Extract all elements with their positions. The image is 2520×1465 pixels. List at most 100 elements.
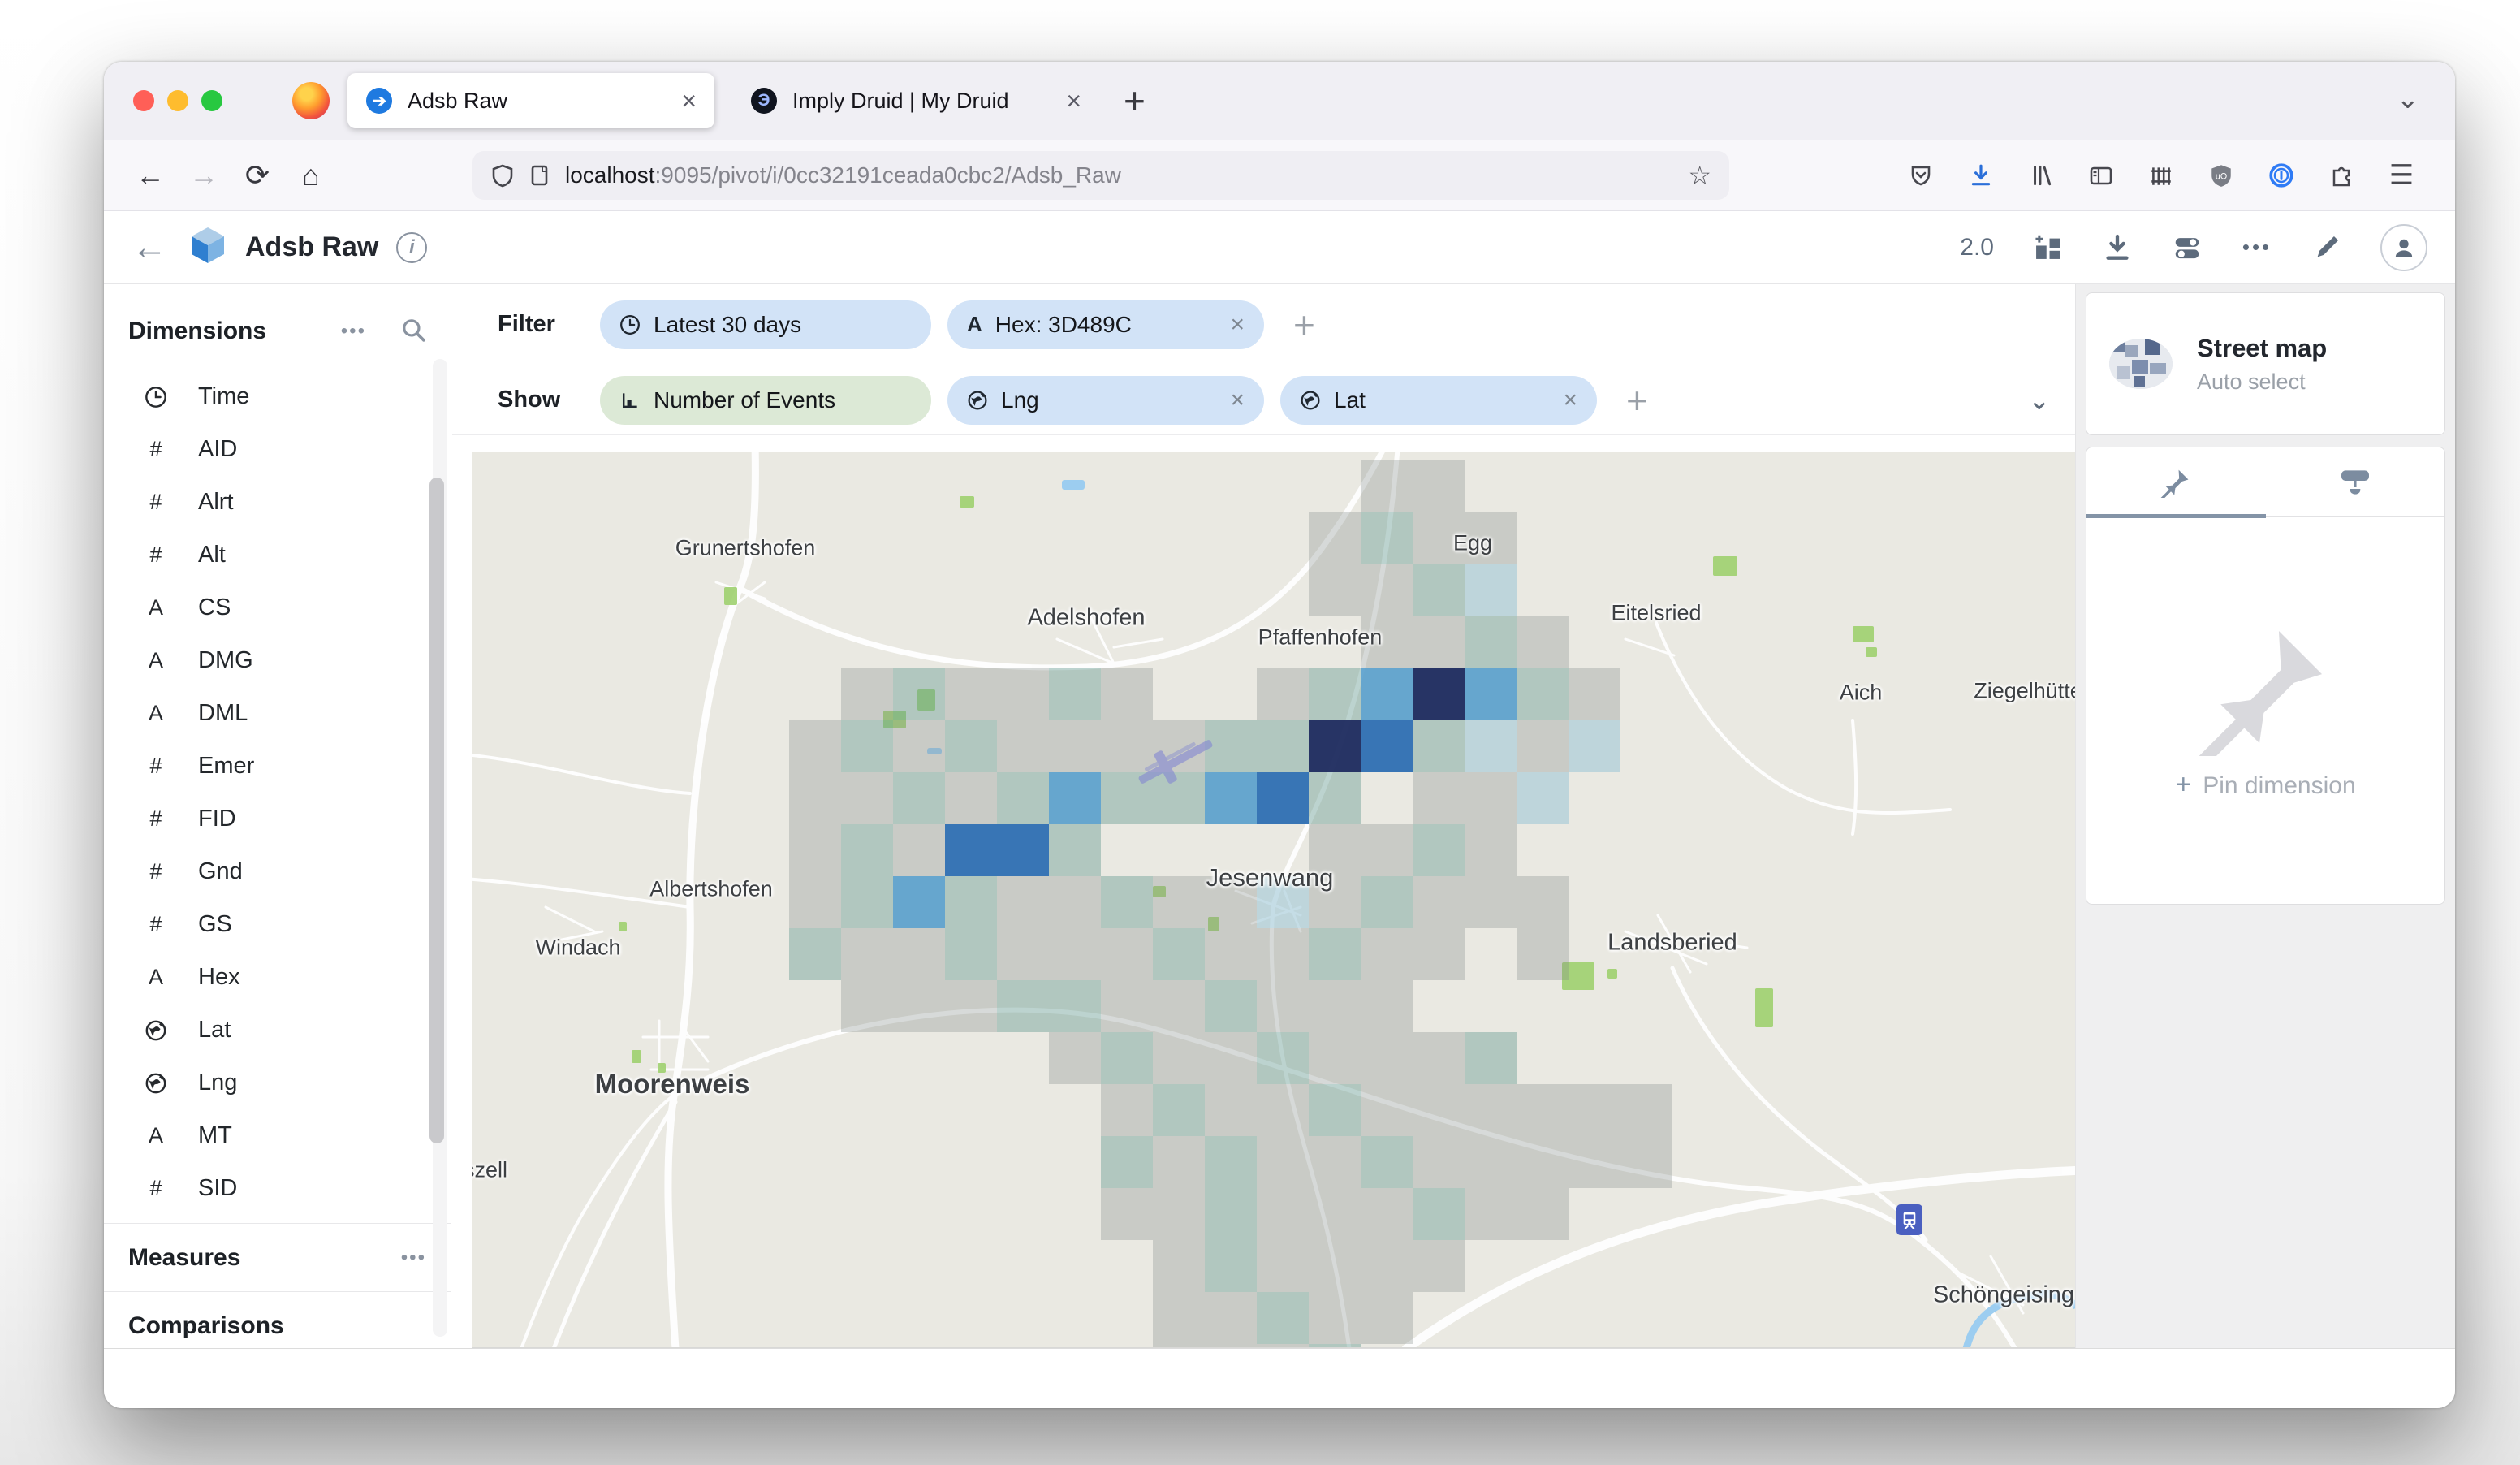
- vis-selector-card[interactable]: Street map Auto select: [2086, 292, 2445, 435]
- browser-tab[interactable]: ➔Adsb Raw×: [347, 73, 714, 128]
- map-label: Eitelsried: [1611, 601, 1701, 626]
- minimize-window-button[interactable]: [167, 90, 188, 111]
- sidebar-scrollbar-thumb[interactable]: [429, 478, 444, 1143]
- containers-fence-icon[interactable]: [2145, 159, 2177, 192]
- pill-close-icon[interactable]: ×: [1551, 387, 1577, 414]
- measures-section[interactable]: Measures •••: [104, 1223, 451, 1291]
- page-info-icon[interactable]: [528, 163, 552, 188]
- close-window-button[interactable]: [133, 90, 154, 111]
- pocket-icon[interactable]: [1905, 159, 1937, 192]
- pin-tabs: [2086, 447, 2444, 517]
- dimensions-search-icon[interactable]: [400, 317, 426, 347]
- heatmap-cell: [1620, 1136, 1672, 1188]
- back-button[interactable]: ←: [123, 158, 177, 192]
- sidebar-item-alt[interactable]: #Alt: [104, 529, 451, 581]
- heatmap-cell: [893, 980, 945, 1032]
- sidebar-item-lng[interactable]: Lng: [104, 1057, 451, 1109]
- sidebar-item-emer[interactable]: #Emer: [104, 740, 451, 793]
- new-tab-button[interactable]: +: [1124, 79, 1146, 123]
- heatmap-cell: [1465, 720, 1517, 772]
- download-icon[interactable]: [2101, 231, 2134, 264]
- app-back-arrow[interactable]: ←: [132, 227, 167, 268]
- home-button[interactable]: ⌂: [284, 158, 338, 192]
- map-visualization[interactable]: GrunertshofenAdelshofenPfaffenhofenEggEi…: [472, 452, 2076, 1348]
- browser-tab[interactable]: ЭImply Druid | My Druid×: [732, 73, 1099, 128]
- menu-hamburger-icon[interactable]: ☰: [2385, 159, 2418, 192]
- sidebar-item-label: GS: [198, 911, 232, 938]
- sidebar-item-dml[interactable]: ADML: [104, 687, 451, 740]
- edit-pencil-icon[interactable]: [2311, 231, 2343, 264]
- map-label: Adelshofen: [1027, 605, 1145, 632]
- list-all-tabs-chevron-icon[interactable]: ⌄: [2397, 83, 2420, 115]
- add-show-button[interactable]: +: [1626, 378, 1648, 422]
- show-pill[interactable]: Lat×: [1280, 376, 1597, 425]
- show-pill[interactable]: Number of Events: [600, 376, 931, 425]
- map-label: Egg: [1453, 531, 1492, 556]
- more-options-icon[interactable]: •••: [2241, 231, 2273, 264]
- onepassword-icon[interactable]: [2265, 159, 2298, 192]
- heatmap-cell: [997, 980, 1049, 1032]
- sidebar-item-mt[interactable]: AMT: [104, 1109, 451, 1162]
- string-icon: A: [141, 701, 170, 726]
- sidebar-item-alrt[interactable]: #Alrt: [104, 476, 451, 529]
- sidebar-item-fid[interactable]: #FID: [104, 793, 451, 845]
- sidebar-item-label: Hex: [198, 964, 240, 991]
- tab-close-icon[interactable]: ×: [1056, 86, 1081, 116]
- pill-close-icon[interactable]: ×: [1219, 387, 1245, 414]
- add-visual-icon[interactable]: [2031, 231, 2064, 264]
- sidebar-scrollbar[interactable]: [433, 359, 447, 1337]
- url-bar[interactable]: localhost:9095/pivot/i/0cc32191ceada0cbc…: [472, 151, 1729, 200]
- sidebar-item-lat[interactable]: Lat: [104, 1004, 451, 1057]
- firefox-logo-icon: [292, 82, 330, 119]
- user-avatar[interactable]: [2380, 224, 2427, 271]
- tracking-shield-icon[interactable]: [490, 163, 515, 188]
- show-label: Show: [498, 387, 600, 413]
- sidebar-item-gs[interactable]: #GS: [104, 898, 451, 951]
- heatmap-cell: [997, 876, 1049, 928]
- heatmap-cell: [1517, 1084, 1569, 1136]
- add-filter-button[interactable]: +: [1293, 303, 1315, 347]
- sidebar-item-hex[interactable]: AHex: [104, 951, 451, 1004]
- measures-more-icon[interactable]: •••: [401, 1247, 426, 1269]
- heatmap-cell: [1361, 928, 1413, 980]
- reload-button[interactable]: ⟳: [231, 158, 284, 192]
- heatmap-cell: [1569, 1084, 1620, 1136]
- show-row-chevron-icon[interactable]: ⌄: [2028, 384, 2052, 417]
- extensions-puzzle-icon[interactable]: [2325, 159, 2358, 192]
- heatmap-cell: [1153, 1032, 1205, 1084]
- filter-pill[interactable]: Latest 30 days: [600, 300, 931, 349]
- sidebar-item-cs[interactable]: ACS: [104, 581, 451, 634]
- heatmap-cell: [1517, 876, 1569, 928]
- forward-button: →: [177, 158, 231, 192]
- browser-window: ➔Adsb Raw× ЭImply Druid | My Druid× + ⌄ ←…: [104, 62, 2455, 1408]
- green-area: [1755, 988, 1773, 1027]
- string-icon: A: [141, 648, 170, 673]
- heatmap-cell: [1049, 824, 1101, 876]
- dimensions-more-icon[interactable]: •••: [341, 320, 366, 343]
- sidebar-toggle-icon[interactable]: [2085, 159, 2117, 192]
- sidebar-item-time[interactable]: Time: [104, 370, 451, 423]
- bookmark-star-icon[interactable]: ☆: [1688, 160, 1711, 191]
- street-map-thumbnail: [2109, 339, 2173, 389]
- tab-pinboard[interactable]: [2266, 447, 2445, 516]
- library-icon[interactable]: [2025, 159, 2057, 192]
- settings-toggles-icon[interactable]: [2171, 231, 2203, 264]
- ublock-origin-icon[interactable]: [2205, 159, 2237, 192]
- sidebar-item-dmg[interactable]: ADMG: [104, 634, 451, 687]
- downloads-icon[interactable]: [1965, 159, 1997, 192]
- info-icon[interactable]: i: [396, 232, 427, 263]
- filter-pill[interactable]: AHex: 3D489C×: [947, 300, 1264, 349]
- tab-pinned-dimensions[interactable]: [2086, 447, 2266, 516]
- sidebar-item-sid[interactable]: #SID: [104, 1162, 451, 1215]
- sidebar-item-aid[interactable]: #AID: [104, 423, 451, 476]
- sidebar-item-gnd[interactable]: #Gnd: [104, 845, 451, 898]
- pin-dimension-button[interactable]: +Pin dimension: [2086, 769, 2444, 801]
- heatmap-cell: [1309, 1032, 1361, 1084]
- maximize-window-button[interactable]: [201, 90, 222, 111]
- pill-close-icon[interactable]: ×: [1219, 311, 1245, 339]
- heatmap-cell: [1309, 668, 1361, 720]
- heatmap-cell: [1309, 1240, 1361, 1292]
- show-pill[interactable]: Lng×: [947, 376, 1264, 425]
- tab-close-icon[interactable]: ×: [671, 86, 697, 116]
- heatmap-cell: [1257, 1292, 1309, 1344]
